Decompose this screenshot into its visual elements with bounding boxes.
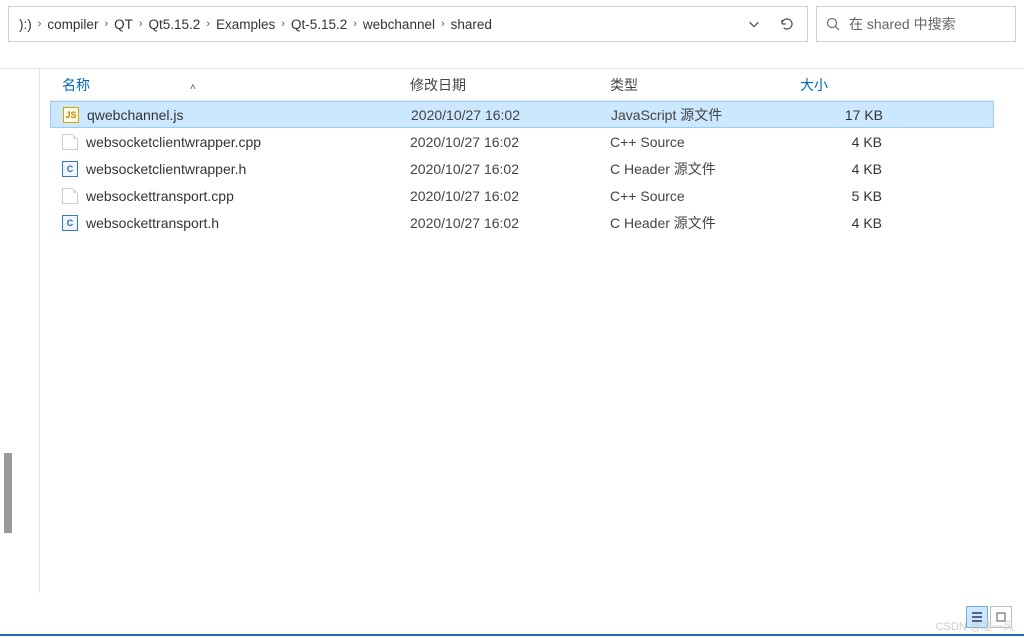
file-date: 2020/10/27 16:02 — [410, 134, 610, 150]
file-type-icon — [62, 188, 78, 204]
file-row[interactable]: JS qwebchannel.js 2020/10/27 16:02JavaScri… — [50, 101, 994, 128]
breadcrumb-drive[interactable]: ):) — [19, 17, 32, 32]
search-box[interactable]: 在 shared 中搜索 — [816, 6, 1016, 42]
file-size: 17 KB — [801, 107, 891, 123]
chevron-right-icon[interactable]: › — [351, 18, 359, 30]
breadcrumb-item[interactable]: Qt-5.15.2 — [291, 17, 347, 32]
file-type-icon: JS — [63, 107, 79, 123]
search-icon — [825, 16, 841, 32]
breadcrumb-item[interactable]: Qt5.15.2 — [149, 17, 201, 32]
scrollbar-thumb[interactable] — [4, 453, 12, 533]
file-type-icon — [62, 134, 78, 150]
file-row[interactable]: Cwebsocketclientwrapper.h 2020/10/27 16:0… — [50, 155, 994, 182]
column-header-type[interactable]: 类型 — [610, 75, 800, 95]
file-size: 4 KB — [800, 161, 890, 177]
breadcrumb-item[interactable]: Examples — [216, 17, 275, 32]
file-type-icon: C — [62, 161, 78, 177]
file-type-icon: C — [62, 215, 78, 231]
file-name: qwebchannel.js — [87, 107, 184, 123]
column-header-row: 名称˄ 修改日期 类型 大小 — [50, 69, 994, 101]
file-type: C++ Source — [610, 134, 800, 150]
column-header-date[interactable]: 修改日期 — [410, 75, 610, 95]
file-date: 2020/10/27 16:02 — [410, 188, 610, 204]
chevron-right-icon[interactable]: › — [137, 18, 145, 30]
file-row[interactable]: Cwebsockettransport.h 2020/10/27 16:02C H… — [50, 209, 994, 236]
breadcrumb-item[interactable]: shared — [451, 17, 492, 32]
chevron-down-icon — [747, 17, 761, 31]
file-type: JavaScript 源文件 — [611, 105, 801, 125]
nav-scrollbar[interactable] — [0, 69, 16, 593]
chevron-right-icon[interactable]: › — [279, 18, 287, 30]
file-size: 4 KB — [800, 215, 890, 231]
refresh-button[interactable] — [779, 16, 795, 32]
sort-indicator-icon: ˄ — [190, 82, 196, 93]
file-row[interactable]: websockettransport.cpp 2020/10/27 16:02C+… — [50, 182, 994, 209]
breadcrumb-item[interactable]: webchannel — [363, 17, 435, 32]
column-header-name[interactable]: 名称˄ — [50, 75, 410, 95]
breadcrumb-bar[interactable]: ):) › compiler › QT › Qt5.15.2 › Example… — [8, 6, 808, 42]
file-date: 2020/10/27 16:02 — [410, 215, 610, 231]
file-name: websockettransport.h — [86, 215, 219, 231]
search-placeholder: 在 shared 中搜索 — [849, 14, 956, 34]
breadcrumb-item[interactable]: QT — [114, 17, 133, 32]
file-type: C Header 源文件 — [610, 159, 800, 179]
file-date: 2020/10/27 16:02 — [411, 107, 611, 123]
file-size: 5 KB — [800, 188, 890, 204]
file-name: websocketclientwrapper.h — [86, 161, 246, 177]
chevron-right-icon[interactable]: › — [102, 18, 110, 30]
address-toolbar: ):) › compiler › QT › Qt5.15.2 › Example… — [0, 0, 1024, 48]
file-list: 名称˄ 修改日期 类型 大小 JS qwebchannel.js 2020/10/2… — [40, 69, 1024, 593]
file-type: C Header 源文件 — [610, 213, 800, 233]
sidebar-edge — [16, 69, 40, 593]
file-type: C++ Source — [610, 188, 800, 204]
chevron-right-icon[interactable]: › — [439, 18, 447, 30]
file-row[interactable]: websocketclientwrapper.cpp 2020/10/27 16:… — [50, 128, 994, 155]
column-header-size[interactable]: 大小 — [800, 75, 890, 95]
refresh-icon — [779, 16, 795, 32]
breadcrumb-item[interactable]: compiler — [47, 17, 98, 32]
chevron-right-icon[interactable]: › — [204, 18, 212, 30]
chevron-right-icon[interactable]: › — [36, 18, 44, 30]
address-dropdown-button[interactable] — [747, 17, 761, 31]
file-date: 2020/10/27 16:02 — [410, 161, 610, 177]
watermark: CSDN @凌一风 — [936, 618, 1014, 634]
file-name: websocketclientwrapper.cpp — [86, 134, 261, 150]
file-size: 4 KB — [800, 134, 890, 150]
breadcrumb: ):) › compiler › QT › Qt5.15.2 › Example… — [19, 17, 747, 32]
file-name: websockettransport.cpp — [86, 188, 234, 204]
